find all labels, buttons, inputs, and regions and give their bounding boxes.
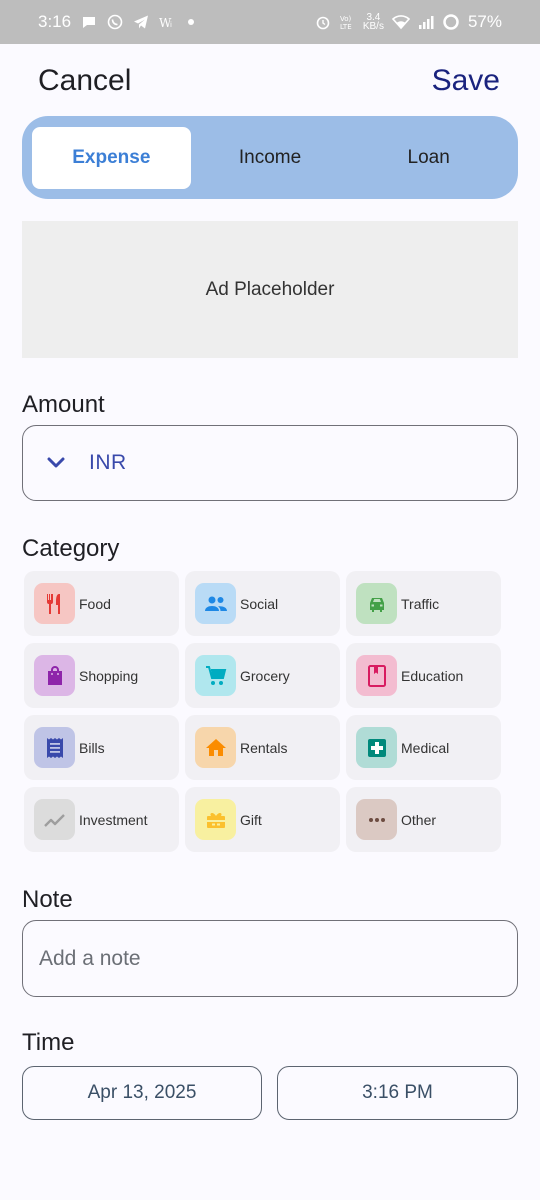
ad-placeholder-label: Ad Placeholder xyxy=(205,278,335,300)
date-picker-button[interactable]: Apr 13, 2025 xyxy=(22,1066,262,1120)
wifi-icon xyxy=(391,15,410,30)
status-right: Vo) LTE 3.4 KB/s 57% xyxy=(315,12,502,32)
svg-text:i: i xyxy=(170,21,172,29)
net-speed-unit: KB/s xyxy=(362,21,384,32)
ad-placeholder: Ad Placeholder xyxy=(22,221,518,358)
note-input[interactable] xyxy=(39,946,517,971)
food-icon xyxy=(34,583,75,624)
category-label-education: Education xyxy=(401,667,464,684)
social-icon xyxy=(195,583,236,624)
cancel-button[interactable]: Cancel xyxy=(38,64,131,98)
svg-text:Vo): Vo) xyxy=(340,15,352,23)
education-icon xyxy=(356,655,397,696)
category-label-food: Food xyxy=(79,595,111,612)
category-rentals[interactable]: Rentals xyxy=(185,715,340,780)
status-time: 3:16 xyxy=(38,12,72,31)
gift-icon xyxy=(195,799,236,840)
alarm-icon xyxy=(316,16,330,30)
status-bar: 3:16 Wi Vo) LTE 3.4 KB/s 57% xyxy=(0,0,540,44)
time-picker-button[interactable]: 3:16 PM xyxy=(277,1066,518,1120)
transaction-type-tabs: Expense Income Loan xyxy=(22,116,518,199)
note-field[interactable] xyxy=(22,920,518,997)
status-left: 3:16 Wi xyxy=(38,12,195,32)
category-other[interactable]: Other xyxy=(346,787,501,852)
category-grid: Food Social Traffic Shopping Grocery Edu… xyxy=(24,571,502,852)
save-button[interactable]: Save xyxy=(432,64,500,98)
category-label-bills: Bills xyxy=(79,739,105,756)
note-label: Note xyxy=(22,886,73,913)
category-medical[interactable]: Medical xyxy=(346,715,501,780)
rentals-icon xyxy=(195,727,236,768)
wallet-notification-icon: Wi xyxy=(159,16,172,29)
category-label-traffic: Traffic xyxy=(401,595,440,612)
battery-percent: 57% xyxy=(467,12,502,31)
category-label: Category xyxy=(22,535,120,562)
net-speed: 3.4 KB/s xyxy=(362,13,384,32)
category-shopping[interactable]: Shopping xyxy=(24,643,179,708)
investment-icon xyxy=(34,799,75,840)
amount-field[interactable]: INR xyxy=(22,425,518,501)
grocery-icon xyxy=(195,655,236,696)
battery-ring-icon xyxy=(443,14,459,30)
category-food[interactable]: Food xyxy=(24,571,179,636)
category-label-medical: Medical xyxy=(401,739,450,756)
amount-label: Amount xyxy=(22,391,105,418)
shopping-icon xyxy=(34,655,75,696)
time-label: Time xyxy=(22,1029,75,1056)
telegram-icon xyxy=(134,15,149,29)
whatsapp-icon xyxy=(107,14,123,30)
category-education[interactable]: Education xyxy=(346,643,501,708)
category-grocery[interactable]: Grocery xyxy=(185,643,340,708)
tab-loan[interactable]: Loan xyxy=(349,127,508,189)
category-label-rentals: Rentals xyxy=(240,739,288,756)
category-label-investment: Investment xyxy=(79,811,148,828)
chevron-down-icon[interactable] xyxy=(45,452,67,474)
tab-income[interactable]: Income xyxy=(191,127,350,189)
svg-text:LTE: LTE xyxy=(340,23,352,31)
category-label-gift: Gift xyxy=(240,811,262,828)
category-investment[interactable]: Investment xyxy=(24,787,179,852)
category-social[interactable]: Social xyxy=(185,571,340,636)
volte-icon: Vo)LTE xyxy=(340,15,352,31)
medical-icon xyxy=(356,727,397,768)
top-bar: Cancel Save xyxy=(0,60,540,108)
signal-icon xyxy=(418,16,434,29)
category-bills[interactable]: Bills xyxy=(24,715,179,780)
bills-icon xyxy=(34,727,75,768)
traffic-icon xyxy=(356,583,397,624)
category-label-other: Other xyxy=(401,811,437,828)
other-icon xyxy=(356,799,397,840)
category-traffic[interactable]: Traffic xyxy=(346,571,501,636)
category-gift[interactable]: Gift xyxy=(185,787,340,852)
currency-selector[interactable]: INR xyxy=(89,451,127,475)
tab-expense[interactable]: Expense xyxy=(32,126,191,189)
more-notifications-dot-icon xyxy=(188,19,195,25)
category-label-shopping: Shopping xyxy=(79,667,139,684)
chat-bubble-icon xyxy=(83,17,96,28)
category-label-grocery: Grocery xyxy=(240,667,290,684)
category-label-social: Social xyxy=(240,595,279,612)
